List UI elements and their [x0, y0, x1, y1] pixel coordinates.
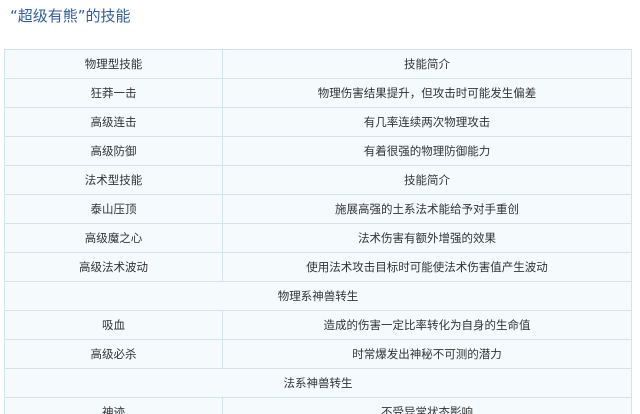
table-row: 物理型技能 技能简介: [4, 49, 632, 79]
table-row: 高级连击 有几率连续两次物理攻击: [4, 107, 632, 137]
skill-description: 物理伤害结果提升，但攻击时可能发生偏差: [222, 78, 632, 108]
skill-name: 神迹: [4, 397, 223, 414]
skill-description: 时常爆发出神秘不可测的潜力: [222, 339, 632, 369]
skill-description: 法术伤害有额外增强的效果: [222, 223, 632, 253]
table-row: 高级法术波动 使用法术攻击目标时可能使法术伤害值产生波动: [4, 252, 632, 282]
skill-name: 泰山压顶: [4, 194, 223, 224]
skill-name: 高级必杀: [4, 339, 223, 369]
skill-name: 高级连击: [4, 107, 223, 137]
table-row: 狂莽一击 物理伤害结果提升，但攻击时可能发生偏差: [4, 78, 632, 108]
table-row: 泰山压顶 施展高强的土系法术能给予对手重创: [4, 194, 632, 224]
skill-description: 技能简介: [222, 165, 632, 195]
table-row: 高级魔之心 法术伤害有额外增强的效果: [4, 223, 632, 253]
skill-name: 物理型技能: [4, 49, 223, 79]
skill-name: 高级法术波动: [4, 252, 223, 282]
skill-name: 高级魔之心: [4, 223, 223, 253]
section-row: 物理系神兽转生: [4, 281, 632, 311]
page-heading: “超级有熊”的技能: [10, 7, 131, 25]
table-row: 高级防御 有着很强的物理防御能力: [4, 136, 632, 166]
skills-table-body: 物理型技能 技能简介 狂莽一击 物理伤害结果提升，但攻击时可能发生偏差 高级连击 有几率连…: [4, 49, 632, 414]
skill-name: 吸血: [4, 310, 223, 340]
table-row: 吸血 造成的伤害一定比率转化为自身的生命值: [4, 310, 632, 340]
skill-description: 施展高强的土系法术能给予对手重创: [222, 194, 632, 224]
table-row: 高级必杀 时常爆发出神秘不可测的潜力: [4, 339, 632, 369]
skill-name: 法术型技能: [4, 165, 223, 195]
section-row: 法系神兽转生: [4, 368, 632, 398]
skill-name: 狂莽一击: [4, 78, 223, 108]
skill-description: 有几率连续两次物理攻击: [222, 107, 632, 137]
table-row: 法术型技能 技能简介: [4, 165, 632, 195]
skill-description: 使用法术攻击目标时可能使法术伤害值产生波动: [222, 252, 632, 282]
section-title: 物理系神兽转生: [4, 281, 632, 311]
skill-description: 有着很强的物理防御能力: [222, 136, 632, 166]
section-title: 法系神兽转生: [4, 368, 632, 398]
table-row: 神迹 不受异常状态影响: [4, 397, 632, 414]
skills-table: 物理型技能 技能简介 狂莽一击 物理伤害结果提升，但攻击时可能发生偏差 高级连击 有几率连…: [4, 49, 632, 414]
skill-description: 不受异常状态影响: [222, 397, 632, 414]
skill-name: 高级防御: [4, 136, 223, 166]
skill-description: 造成的伤害一定比率转化为自身的生命值: [222, 310, 632, 340]
skill-description: 技能简介: [222, 49, 632, 79]
